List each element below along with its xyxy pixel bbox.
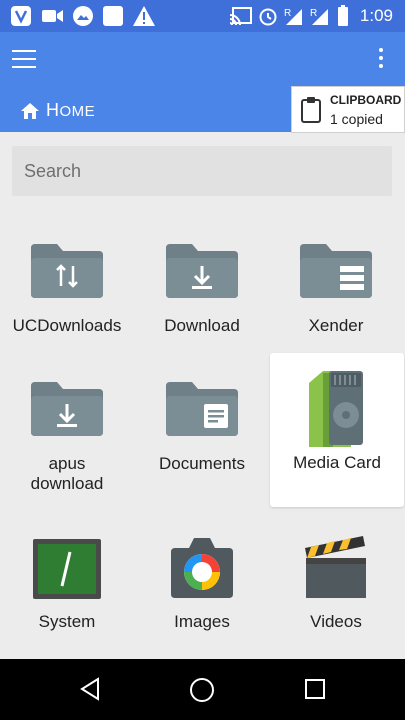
app-logo-icon	[11, 6, 31, 26]
folder-documents[interactable]: Documents	[137, 370, 267, 480]
folder-xender[interactable]: Xender	[271, 232, 401, 342]
clipboard-panel[interactable]: CLIPBOARD 1 copied	[291, 86, 405, 133]
search-input[interactable]	[12, 146, 392, 196]
svg-text:R: R	[284, 8, 291, 19]
overflow-menu-icon[interactable]	[379, 48, 385, 70]
clock-time: 1:09	[359, 6, 393, 25]
clipboard-count: 1 copied	[330, 111, 383, 127]
cast-icon	[230, 7, 252, 25]
alarm-icon	[259, 8, 277, 26]
folder-label: Download	[164, 316, 240, 335]
signal-r-icon: R	[310, 8, 328, 25]
video-camera-icon	[42, 10, 63, 22]
folder-list-icon	[300, 244, 372, 298]
gallery-icon	[73, 6, 93, 26]
signal-r-icon: R	[284, 8, 302, 25]
status-bar: R R 1:09	[0, 0, 405, 32]
home-icon	[21, 102, 39, 119]
folder-ucdownloads[interactable]: UCDownloads	[2, 232, 132, 342]
folder-download-icon	[31, 382, 103, 436]
battery-icon	[338, 5, 348, 26]
folder-label-line2: download	[30, 474, 104, 493]
system-app[interactable]: System	[2, 532, 132, 642]
folder-download-icon	[166, 244, 238, 298]
folder-download[interactable]: Download	[137, 232, 267, 342]
blank-app-icon	[103, 6, 123, 26]
camera-icon	[171, 538, 233, 598]
videos-app[interactable]: Videos	[271, 532, 401, 642]
system-label: System	[38, 612, 96, 631]
recents-icon[interactable]	[304, 678, 326, 700]
breadcrumb-home[interactable]: HOME	[20, 100, 95, 121]
clapperboard-icon	[305, 536, 366, 598]
folder-apus-download[interactable]: apus download	[2, 370, 132, 500]
clipboard-title: CLIPBOARD	[330, 93, 402, 107]
folder-transfer-icon	[31, 244, 103, 298]
home-circle-icon[interactable]	[189, 677, 215, 703]
folder-label-line1: apus	[48, 454, 86, 473]
folder-document-icon	[166, 382, 238, 436]
folder-label: Xender	[308, 316, 364, 335]
videos-label: Videos	[310, 612, 362, 631]
terminal-icon	[33, 539, 101, 599]
svg-text:R: R	[310, 8, 317, 19]
sd-card-icon	[309, 371, 363, 447]
folder-label: UCDownloads	[12, 316, 122, 335]
folder-label: Documents	[159, 454, 245, 473]
hamburger-menu-icon[interactable]	[12, 50, 36, 70]
clipboard-icon	[301, 97, 321, 123]
breadcrumb-label: HOME	[46, 100, 96, 120]
images-app[interactable]: Images	[137, 532, 267, 642]
back-icon[interactable]	[78, 677, 102, 701]
system-nav-bar	[0, 659, 405, 720]
media-card-label: Media Card	[293, 453, 381, 472]
search-bar[interactable]	[12, 146, 392, 196]
media-card[interactable]: Media Card	[270, 353, 404, 507]
warning-icon	[133, 6, 155, 26]
images-label: Images	[174, 612, 230, 631]
